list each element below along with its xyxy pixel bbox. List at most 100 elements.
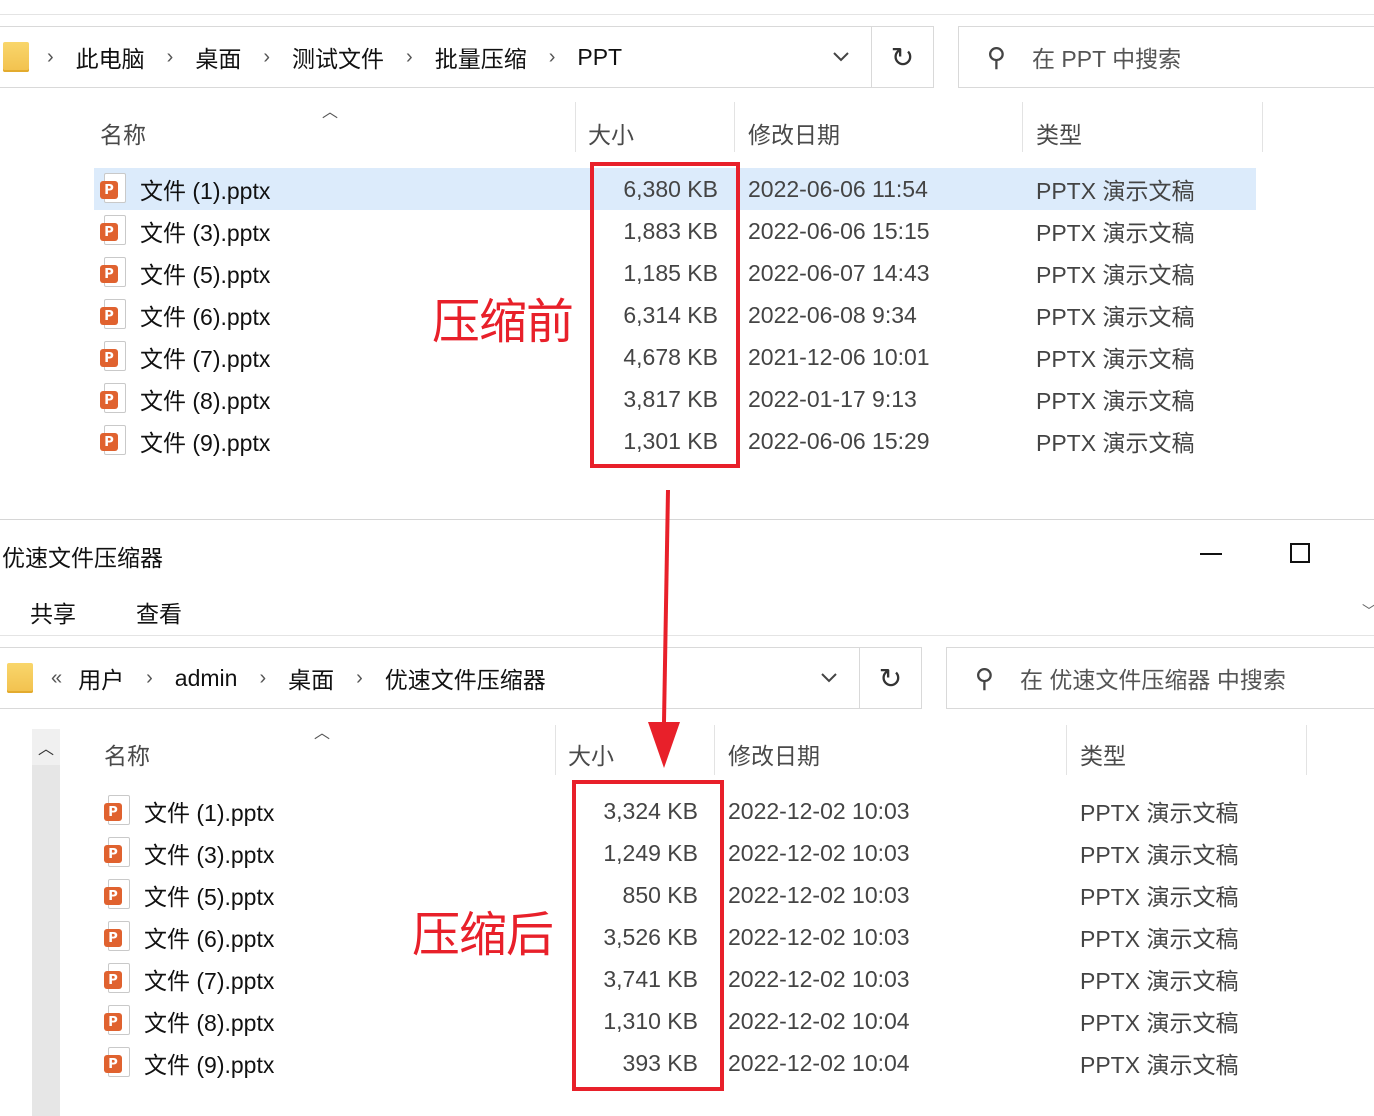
search-box[interactable]: ⚲ 在 PPT 中搜索 bbox=[958, 26, 1374, 88]
file-name-cell[interactable]: P 文件 (8).pptx bbox=[100, 378, 270, 420]
breadcrumb-desktop[interactable]: 桌面 bbox=[195, 40, 241, 74]
minimize-icon[interactable] bbox=[1200, 553, 1222, 555]
file-name: 文件 (1).pptx bbox=[140, 178, 271, 204]
pptx-file-icon: P bbox=[104, 1005, 130, 1037]
search-box[interactable]: ⚲ 在 优速文件压缩器 中搜索 bbox=[946, 647, 1374, 709]
chevron-down-icon[interactable] bbox=[815, 27, 867, 87]
column-divider[interactable] bbox=[1022, 102, 1023, 152]
vertical-scrollbar[interactable] bbox=[32, 729, 60, 1116]
column-header-name[interactable]: 名称 bbox=[100, 116, 146, 150]
search-placeholder: 在 优速文件压缩器 中搜索 bbox=[1020, 667, 1286, 693]
file-modified-date: 2022-12-02 10:04 bbox=[728, 1049, 910, 1076]
file-name-cell[interactable]: P 文件 (1).pptx bbox=[100, 168, 270, 210]
breadcrumb-desktop[interactable]: 桌面 bbox=[288, 661, 334, 695]
pptx-file-icon: P bbox=[100, 425, 126, 457]
column-divider[interactable] bbox=[555, 725, 556, 775]
file-modified-date: 2022-06-08 9:34 bbox=[748, 301, 917, 328]
pptx-file-icon: P bbox=[100, 173, 126, 205]
sort-ascending-icon: ︿ bbox=[314, 725, 331, 742]
file-type: PPTX 演示文稿 bbox=[1036, 178, 1195, 204]
menu-view[interactable]: 查看 bbox=[136, 595, 182, 629]
breadcrumb-compressor[interactable]: 优速文件压缩器 bbox=[385, 661, 546, 695]
file-modified-date: 2022-12-02 10:03 bbox=[728, 797, 910, 824]
file-type: PPTX 演示文稿 bbox=[1080, 1010, 1239, 1036]
file-modified-date: 2022-06-07 14:43 bbox=[748, 259, 930, 286]
search-icon: ⚲ bbox=[975, 662, 995, 693]
folder-icon bbox=[3, 42, 29, 72]
breadcrumb-overflow[interactable]: « bbox=[51, 667, 62, 690]
column-divider[interactable] bbox=[1262, 102, 1263, 152]
column-header-size[interactable]: 大小 bbox=[568, 737, 614, 771]
pptx-file-icon: P bbox=[104, 1047, 130, 1079]
column-header-date[interactable]: 修改日期 bbox=[728, 737, 820, 771]
breadcrumb-admin[interactable]: admin bbox=[175, 665, 238, 692]
pptx-file-icon: P bbox=[104, 921, 130, 953]
refresh-icon[interactable]: ↻ bbox=[859, 648, 921, 708]
breadcrumb-test-files[interactable]: 测试文件 bbox=[292, 40, 384, 74]
address-bar[interactable]: › 此电脑 › 桌面 › 测试文件 › 批量压缩 › PPT ↻ bbox=[0, 26, 934, 88]
column-divider[interactable] bbox=[734, 102, 735, 152]
file-type: PPTX 演示文稿 bbox=[1080, 926, 1239, 952]
breadcrumb-users[interactable]: 用户 bbox=[78, 661, 124, 695]
breadcrumb-ppt[interactable]: PPT bbox=[577, 44, 622, 71]
address-bar[interactable]: « 用户 › admin › 桌面 › 优速文件压缩器 ↻ bbox=[0, 647, 922, 709]
file-name-cell[interactable]: P 文件 (5).pptx bbox=[100, 252, 270, 294]
column-header-size[interactable]: 大小 bbox=[588, 116, 634, 150]
window-title: 优速文件压缩器 bbox=[2, 545, 163, 571]
down-arrow-icon bbox=[648, 490, 680, 768]
chevron-down-icon[interactable] bbox=[803, 648, 855, 708]
file-modified-date: 2022-06-06 15:15 bbox=[748, 217, 930, 244]
file-modified-date: 2022-01-17 9:13 bbox=[748, 385, 917, 412]
column-divider[interactable] bbox=[575, 102, 576, 152]
scroll-up-icon[interactable]: ︿ bbox=[32, 729, 60, 765]
file-name-cell[interactable]: P 文件 (7).pptx bbox=[100, 336, 270, 378]
column-header-name[interactable]: 名称 bbox=[104, 737, 150, 771]
file-modified-date: 2021-12-06 10:01 bbox=[748, 343, 930, 370]
file-name: 文件 (8).pptx bbox=[140, 388, 271, 414]
file-modified-date: 2022-12-02 10:03 bbox=[728, 923, 910, 950]
file-type: PPTX 演示文稿 bbox=[1036, 262, 1195, 288]
breadcrumb-separator: › bbox=[356, 666, 363, 689]
file-name-cell[interactable]: P 文件 (7).pptx bbox=[104, 958, 274, 1000]
file-name: 文件 (9).pptx bbox=[144, 1052, 275, 1078]
menu-share[interactable]: 共享 bbox=[30, 595, 76, 629]
sort-ascending-icon: ︿ bbox=[322, 104, 339, 121]
file-type: PPTX 演示文稿 bbox=[1036, 220, 1195, 246]
pptx-file-icon: P bbox=[104, 795, 130, 827]
file-name-cell[interactable]: P 文件 (6).pptx bbox=[104, 916, 274, 958]
breadcrumb-separator: › bbox=[548, 45, 556, 68]
refresh-icon[interactable]: ↻ bbox=[871, 27, 933, 87]
file-name-cell[interactable]: P 文件 (5).pptx bbox=[104, 874, 274, 916]
column-header-date[interactable]: 修改日期 bbox=[748, 116, 840, 150]
pptx-file-icon: P bbox=[104, 837, 130, 869]
file-type: PPTX 演示文稿 bbox=[1036, 388, 1195, 414]
pptx-file-icon: P bbox=[100, 257, 126, 289]
file-type: PPTX 演示文稿 bbox=[1080, 1052, 1239, 1078]
file-name-cell[interactable]: P 文件 (9).pptx bbox=[104, 1042, 274, 1084]
column-divider[interactable] bbox=[1306, 725, 1307, 775]
file-name-cell[interactable]: P 文件 (9).pptx bbox=[100, 420, 270, 462]
file-name-cell[interactable]: P 文件 (8).pptx bbox=[104, 1000, 274, 1042]
breadcrumb-separator: › bbox=[47, 45, 54, 68]
file-name-cell[interactable]: P 文件 (3).pptx bbox=[104, 832, 274, 874]
file-name: 文件 (5).pptx bbox=[140, 262, 271, 288]
pptx-file-icon: P bbox=[100, 383, 126, 415]
column-header-type[interactable]: 类型 bbox=[1036, 116, 1082, 150]
search-icon: ⚲ bbox=[987, 41, 1007, 72]
file-name-cell[interactable]: P 文件 (1).pptx bbox=[104, 790, 274, 832]
file-type: PPTX 演示文稿 bbox=[1036, 346, 1195, 372]
breadcrumb-batch-compress[interactable]: 批量压缩 bbox=[435, 40, 527, 74]
maximize-icon[interactable] bbox=[1290, 543, 1310, 563]
breadcrumb-this-pc[interactable]: 此电脑 bbox=[76, 40, 145, 74]
column-divider[interactable] bbox=[1066, 725, 1067, 775]
file-name: 文件 (3).pptx bbox=[140, 220, 271, 246]
file-name: 文件 (8).pptx bbox=[144, 1010, 275, 1036]
breadcrumb-separator: › bbox=[166, 45, 174, 68]
column-header-type[interactable]: 类型 bbox=[1080, 737, 1126, 771]
highlight-box-after bbox=[572, 780, 724, 1091]
file-name-cell[interactable]: P 文件 (3).pptx bbox=[100, 210, 270, 252]
file-modified-date: 2022-12-02 10:03 bbox=[728, 839, 910, 866]
ribbon-expand-icon[interactable]: ﹀ bbox=[1362, 601, 1374, 621]
file-name-cell[interactable]: P 文件 (6).pptx bbox=[100, 294, 270, 336]
column-divider[interactable] bbox=[714, 725, 715, 775]
